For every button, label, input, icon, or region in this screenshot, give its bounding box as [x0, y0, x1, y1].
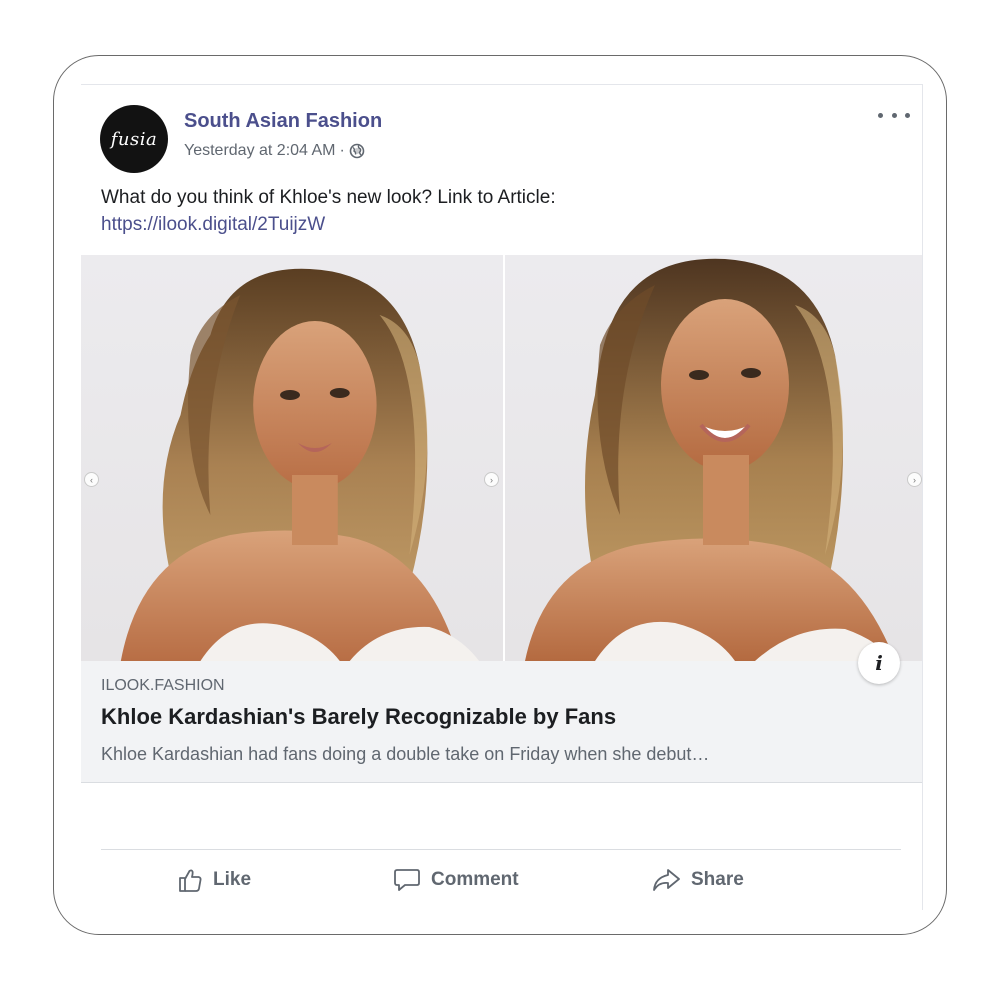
- post-text: What do you think of Khloe's new look? L…: [101, 187, 556, 208]
- thumbs-up-icon: [179, 869, 202, 892]
- photo-right[interactable]: ›: [505, 255, 922, 661]
- share-label: Share: [691, 869, 744, 890]
- comment-button[interactable]: Comment: [393, 867, 519, 893]
- like-label: Like: [213, 869, 252, 890]
- info-icon[interactable]: i: [858, 642, 900, 684]
- page-avatar[interactable]: fusia: [100, 105, 168, 173]
- more-icon: [878, 112, 883, 118]
- preview-domain: ILOOK.FASHION: [101, 677, 225, 694]
- share-arrow-icon: [653, 869, 680, 891]
- globe-icon: [349, 143, 365, 159]
- photo-carousel[interactable]: ‹ › ›: [81, 255, 922, 661]
- post-article-link[interactable]: https://ilook.digital/2TuijzW: [101, 211, 325, 238]
- photo-right-image: [525, 258, 895, 661]
- chevron-right-icon[interactable]: ›: [484, 472, 499, 487]
- photo-left[interactable]: ‹ ›: [81, 255, 505, 661]
- like-button[interactable]: Like: [177, 867, 251, 893]
- meta-separator: ·: [339, 142, 345, 159]
- preview-headline: Khloe Kardashian's Barely Recognizable b…: [101, 704, 617, 729]
- link-preview[interactable]: ILOOK.FASHION Khloe Kardashian's Barely …: [81, 661, 922, 783]
- preview-description: Khloe Kardashian had fans doing a double…: [101, 744, 710, 764]
- comment-icon: [394, 869, 420, 891]
- post-meta: Yesterday at 2:04 AM ·: [184, 142, 365, 160]
- post-timestamp[interactable]: Yesterday at 2:04 AM: [184, 142, 336, 160]
- photo-left-image: [120, 268, 480, 661]
- more-options-button[interactable]: [878, 105, 910, 125]
- screenshot-frame: fusia South Asian Fashion Yesterday at 2…: [53, 55, 947, 935]
- actions-divider: [101, 849, 901, 850]
- page-name-link[interactable]: South Asian Fashion: [184, 110, 382, 133]
- chevron-right-icon-2[interactable]: ›: [907, 472, 922, 487]
- comment-label: Comment: [431, 869, 519, 890]
- avatar-logo-text: fusia: [110, 128, 158, 150]
- share-button[interactable]: Share: [651, 867, 744, 893]
- chevron-left-icon[interactable]: ‹: [84, 472, 99, 487]
- facebook-post-card: fusia South Asian Fashion Yesterday at 2…: [81, 84, 923, 910]
